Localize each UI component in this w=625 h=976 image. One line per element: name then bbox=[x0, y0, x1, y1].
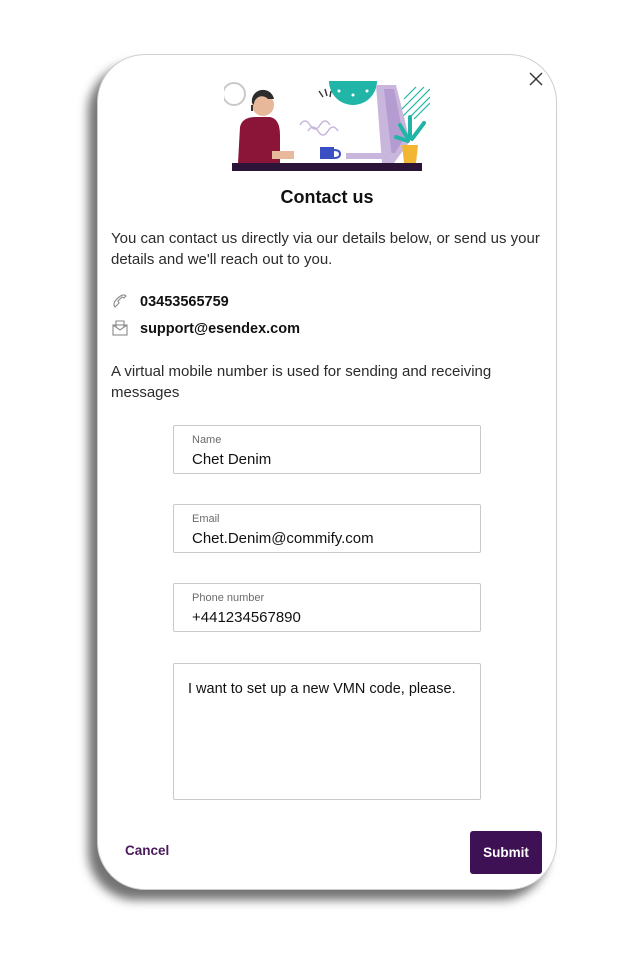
email-contact: support@esendex.com bbox=[112, 319, 300, 339]
name-input[interactable] bbox=[192, 451, 462, 468]
name-field[interactable]: Name bbox=[173, 425, 481, 474]
email-icon bbox=[112, 320, 130, 338]
email-address: support@esendex.com bbox=[140, 321, 300, 337]
phone-number: 03453565759 bbox=[140, 294, 229, 310]
intro-text: You can contact us directly via our deta… bbox=[111, 230, 540, 268]
cancel-button[interactable]: Cancel bbox=[125, 843, 169, 858]
email-field-label: Email bbox=[192, 513, 220, 525]
phone-contact: 03453565759 bbox=[112, 292, 229, 312]
submit-button[interactable]: Submit bbox=[470, 831, 542, 874]
contact-dialog: Contact us You can contact us directly v… bbox=[97, 54, 557, 890]
vmn-note: A virtual mobile number is used for send… bbox=[111, 363, 492, 401]
phone-input[interactable] bbox=[192, 609, 462, 626]
support-illustration bbox=[222, 81, 431, 175]
phone-field-label: Phone number bbox=[192, 592, 265, 604]
name-field-label: Name bbox=[192, 434, 222, 446]
phone-field[interactable]: Phone number bbox=[173, 583, 481, 632]
close-icon[interactable] bbox=[528, 71, 544, 87]
phone-icon bbox=[112, 293, 130, 311]
email-input[interactable] bbox=[192, 530, 462, 547]
dialog-title: Contact us bbox=[280, 187, 374, 207]
email-field[interactable]: Email bbox=[173, 504, 481, 553]
message-textarea[interactable]: I want to set up a new VMN code, please. bbox=[173, 663, 481, 800]
